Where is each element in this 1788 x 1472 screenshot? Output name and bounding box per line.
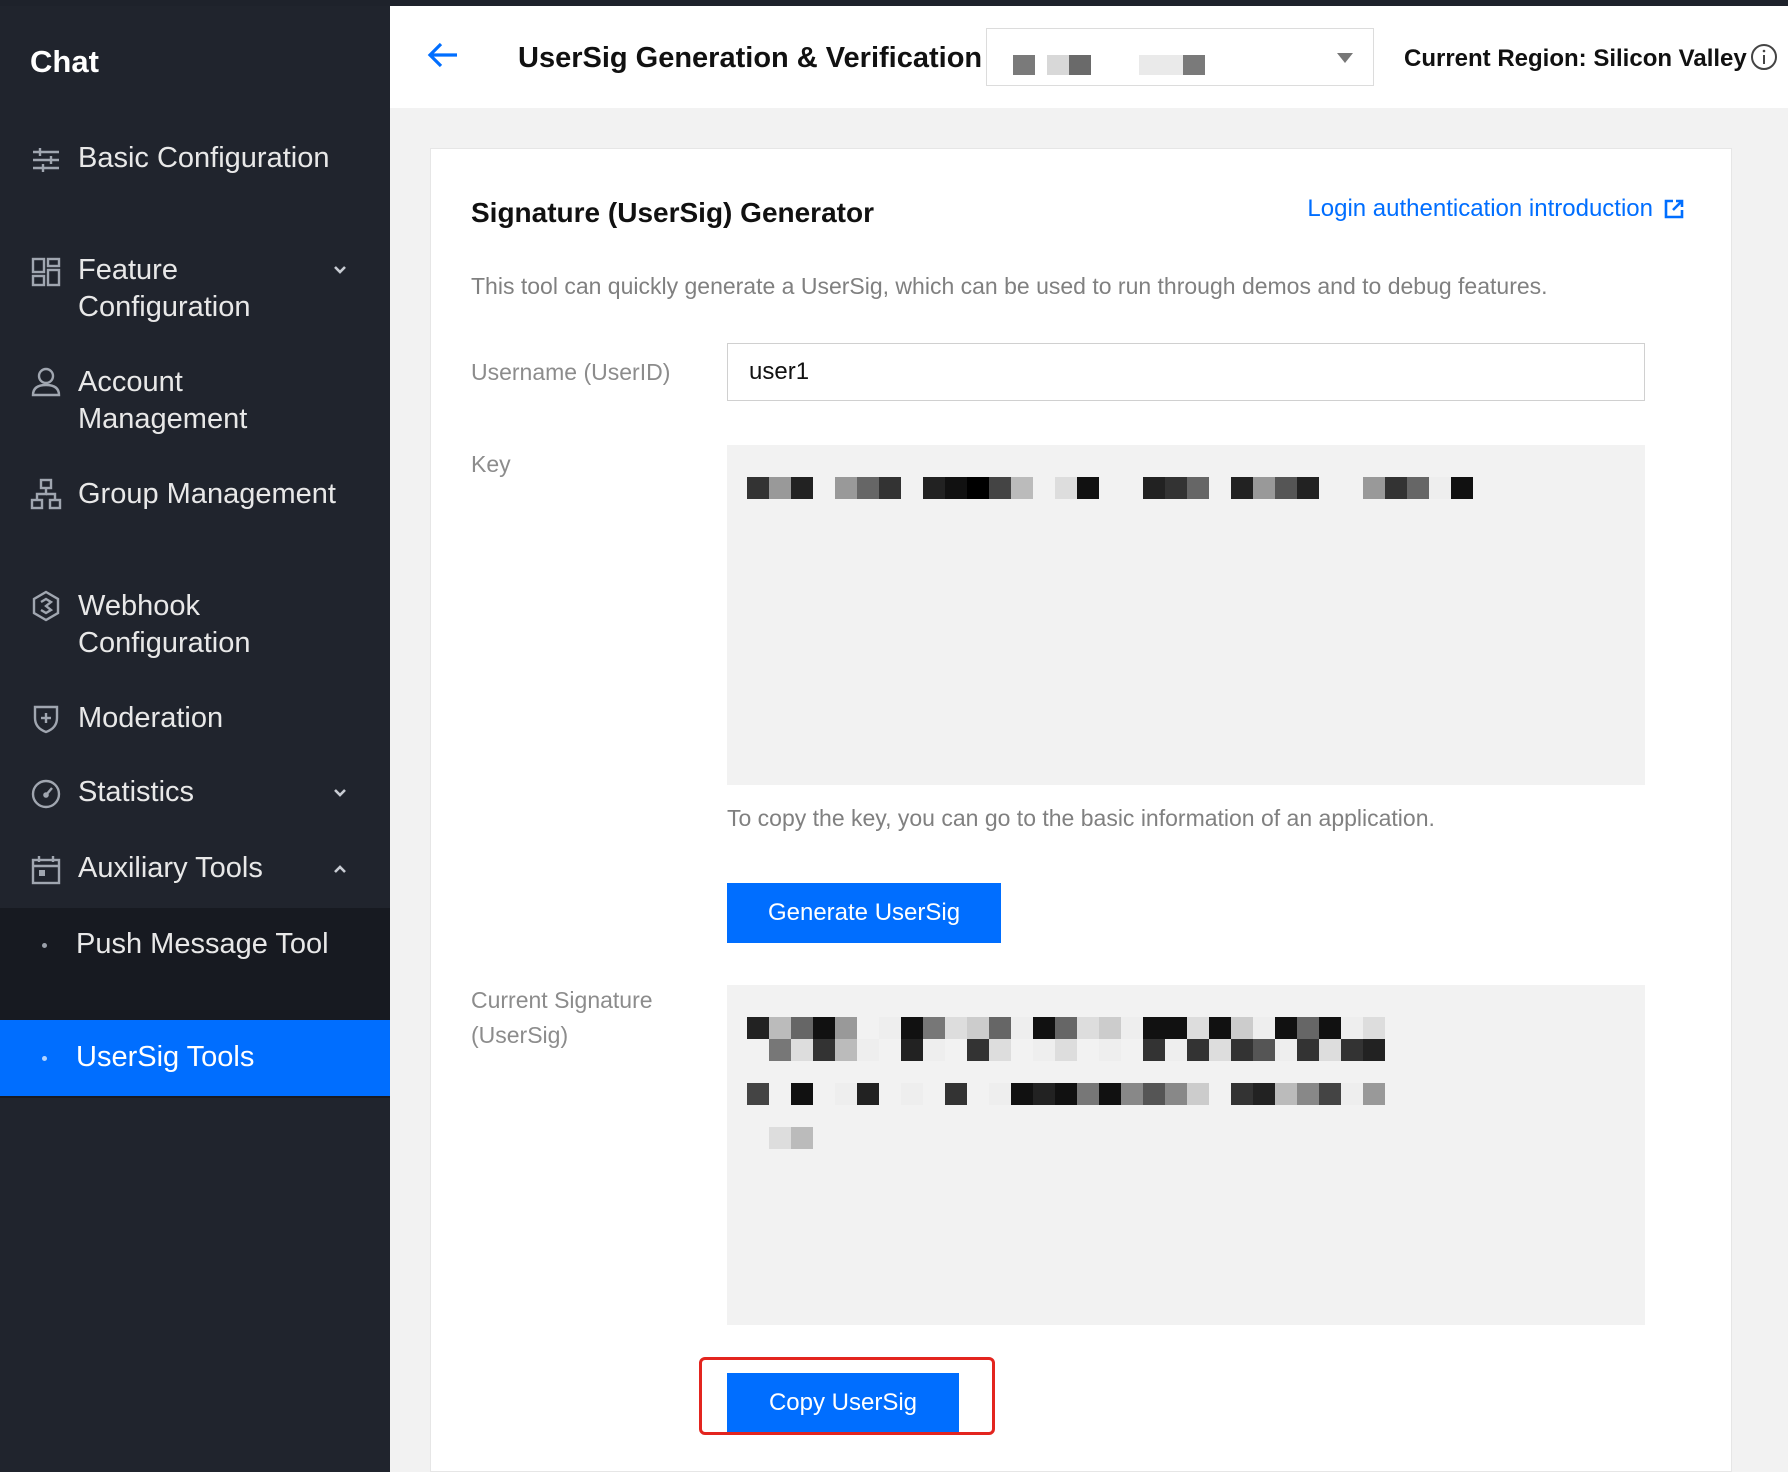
redacted-block	[1047, 55, 1069, 75]
bullet-dot	[42, 943, 47, 948]
calendar-icon	[30, 854, 62, 886]
card-title: Signature (UserSig) Generator	[471, 197, 874, 228]
application-select[interactable]	[986, 28, 1374, 86]
top-strip	[0, 0, 1788, 6]
redacted-signature-line	[747, 1017, 1385, 1039]
sidebar-item-label: Group Management	[78, 478, 336, 510]
sidebar-item-label: Feature Configuration	[78, 254, 251, 323]
key-hint: To copy the key, you can go to the basic…	[727, 805, 1435, 831]
current-region-label: Current Region: Silicon Valley	[1404, 45, 1747, 72]
chevron-down-icon	[330, 260, 350, 280]
highlight-box	[699, 1357, 995, 1435]
sidebar-item-label: Basic Configuration	[78, 142, 330, 174]
page-title: UserSig Generation & Verification	[518, 42, 983, 74]
redacted-block	[1069, 55, 1091, 75]
external-link-icon	[1663, 198, 1685, 220]
sidebar-item-label: Webhook Configuration	[78, 590, 251, 659]
login-auth-intro-link[interactable]: Login authentication introduction	[1307, 195, 1685, 223]
redacted-block	[1013, 55, 1035, 75]
tool-description: This tool can quickly generate a UserSig…	[471, 273, 1548, 299]
redacted-key	[747, 477, 1473, 499]
sidebar-item-label: Account Management	[78, 366, 248, 435]
sidebar-subitem-label: Push Message Tool	[76, 928, 329, 960]
key-textarea[interactable]	[727, 445, 1645, 785]
group-icon	[30, 478, 62, 510]
generate-usersig-button[interactable]: Generate UserSig	[727, 883, 1001, 943]
dashboard-icon	[30, 256, 62, 288]
usersig-generator-card: Signature (UserSig) Generator Login auth…	[430, 148, 1732, 1472]
redacted-signature-line	[747, 1039, 1385, 1061]
shield-icon	[30, 702, 62, 734]
redacted-block	[1139, 55, 1183, 75]
chevron-up-icon	[330, 859, 350, 879]
sidebar-item-label: Moderation	[78, 702, 224, 734]
sidebar-subitem-push-message-tool[interactable]: Push Message Tool	[0, 926, 390, 1006]
info-icon[interactable]	[1750, 43, 1778, 71]
gauge-icon	[30, 778, 62, 810]
key-label: Key	[471, 451, 511, 477]
sidebar-subitem-label: UserSig Tools	[76, 1041, 255, 1073]
sidebar-subitem-usersig-tools[interactable]: UserSig Tools	[0, 1020, 390, 1096]
sliders-icon	[30, 144, 62, 176]
webhook-icon	[30, 590, 62, 622]
page-header: UserSig Generation & Verification Curren…	[390, 0, 1788, 108]
signature-textarea[interactable]	[727, 985, 1645, 1325]
chevron-down-icon	[330, 783, 350, 803]
redacted-signature-line	[747, 1083, 1385, 1105]
arrow-left-icon[interactable]	[426, 38, 460, 72]
link-text: Login authentication introduction	[1307, 195, 1653, 222]
sidebar-item-label: Statistics	[78, 776, 195, 808]
redacted-signature-line	[747, 1127, 813, 1149]
sidebar-title: Chat	[30, 44, 99, 79]
user-icon	[30, 366, 62, 398]
sidebar: Chat Basic Configuration Feature Configu…	[0, 0, 390, 1472]
username-label: Username (UserID)	[471, 359, 671, 385]
redacted-block	[1183, 55, 1205, 75]
caret-down-icon	[1337, 53, 1353, 63]
bullet-dot	[42, 1056, 47, 1061]
username-input[interactable]	[727, 343, 1645, 401]
current-signature-label: Current Signature (UserSig)	[471, 987, 653, 1048]
sidebar-item-label: Auxiliary Tools	[78, 852, 263, 884]
